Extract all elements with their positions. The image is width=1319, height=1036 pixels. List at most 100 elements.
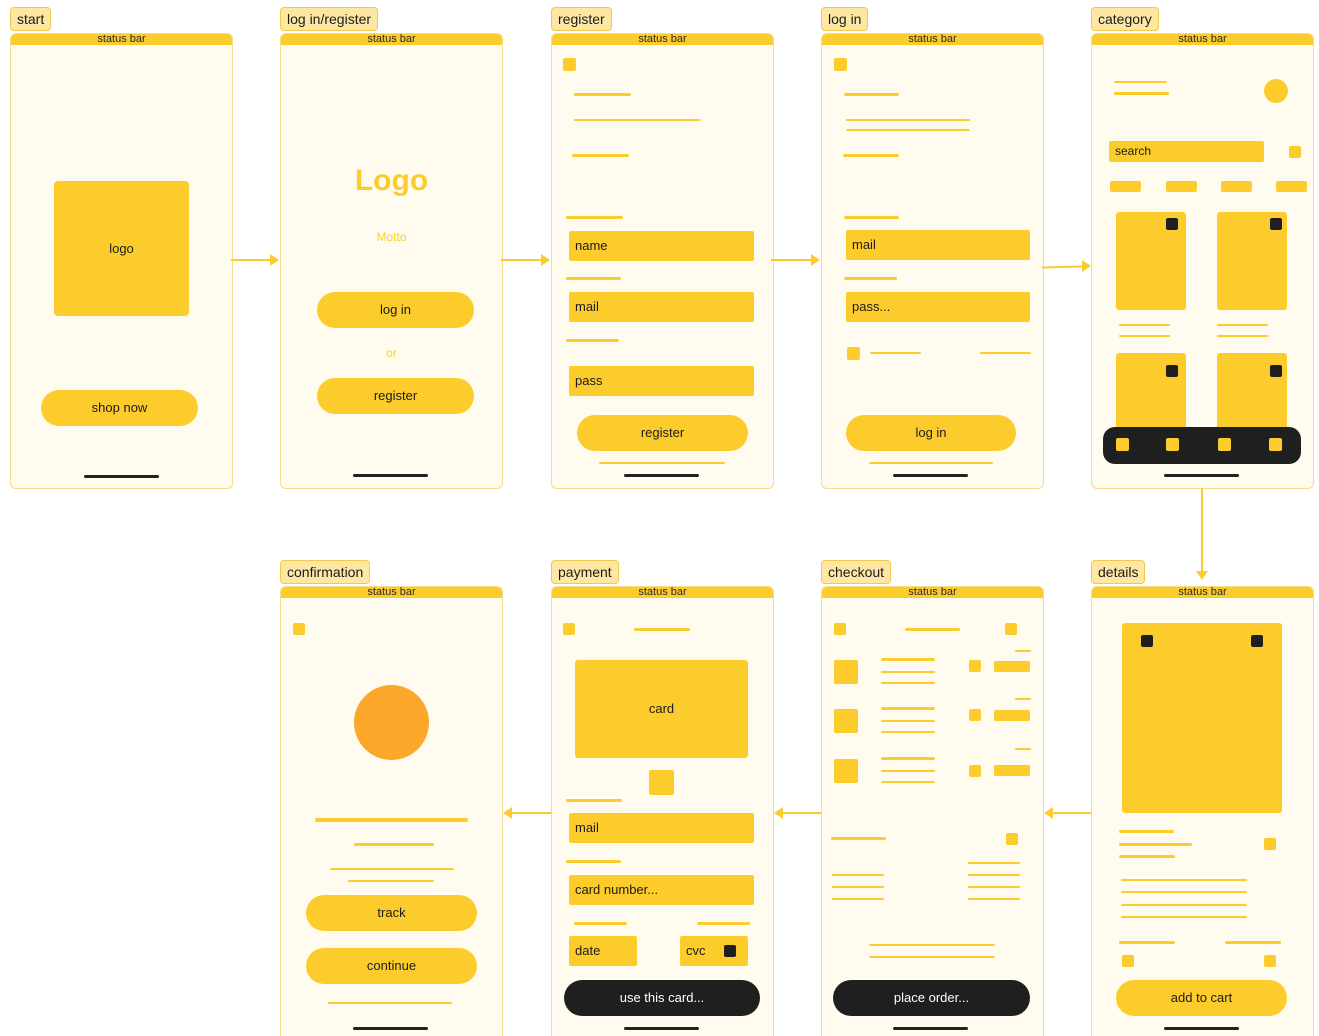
field-label-line — [697, 922, 750, 925]
shop-now-button[interactable]: shop now — [41, 390, 198, 426]
quantity-icon[interactable] — [969, 709, 981, 721]
share-icon[interactable] — [1264, 838, 1276, 850]
register-submit-button[interactable]: register — [577, 415, 748, 451]
date-field[interactable]: date — [569, 936, 637, 966]
description-line — [1121, 916, 1247, 918]
card-number-field[interactable]: card number... — [569, 875, 754, 905]
link-line[interactable] — [328, 1002, 452, 1004]
cvc-info-icon[interactable] — [724, 945, 736, 957]
mail-field[interactable]: mail — [569, 292, 754, 322]
favorite-icon[interactable] — [1270, 365, 1282, 377]
edit-icon[interactable] — [1006, 833, 1018, 845]
cart-item-price — [994, 661, 1030, 672]
log-in-submit-button[interactable]: log in — [846, 415, 1016, 451]
use-this-card-button[interactable]: use this card... — [564, 980, 760, 1016]
avatar[interactable] — [1264, 79, 1288, 103]
category-chip[interactable] — [1221, 181, 1252, 192]
pass-field[interactable]: pass — [569, 366, 754, 396]
log-in-button[interactable]: log in — [317, 292, 474, 328]
arrow-head — [811, 254, 820, 266]
field-label-line — [844, 277, 897, 280]
description-line — [1121, 891, 1247, 893]
name-field[interactable]: name — [569, 231, 754, 261]
filter-icon[interactable] — [1289, 146, 1301, 158]
confirmation-title-line — [315, 818, 468, 822]
summary-value-line — [968, 898, 1020, 900]
summary-label-line — [832, 898, 884, 900]
frame-label-login-register: log in/register — [280, 7, 379, 31]
cvc-field[interactable]: cvc — [680, 936, 748, 966]
forgot-link-line[interactable] — [980, 352, 1031, 354]
back-icon[interactable] — [563, 623, 575, 635]
search-input[interactable]: search — [1109, 141, 1264, 162]
mail-field[interactable]: mail — [569, 813, 754, 843]
remove-line[interactable] — [1015, 650, 1031, 652]
frame-label-category: category — [1091, 7, 1159, 31]
option-label-line — [1225, 941, 1281, 944]
product-subtitle-line — [1119, 843, 1192, 846]
menu-icon[interactable] — [1005, 623, 1017, 635]
category-chip[interactable] — [1166, 181, 1197, 192]
status-bar: status bar — [1092, 587, 1313, 598]
cart-item-detail-line — [881, 781, 935, 783]
category-chip[interactable] — [1110, 181, 1141, 192]
status-bar: status bar — [11, 34, 232, 45]
track-button[interactable]: track — [306, 895, 477, 931]
status-bar: status bar — [822, 587, 1043, 598]
back-icon[interactable] — [563, 58, 576, 71]
nav-search-icon[interactable] — [1166, 438, 1179, 451]
back-icon[interactable] — [1141, 635, 1153, 647]
quantity-minus-icon[interactable] — [1122, 955, 1134, 967]
back-icon[interactable] — [834, 58, 847, 71]
cart-item-detail-line — [881, 720, 935, 722]
arrow-head — [774, 807, 783, 819]
summary-value-line — [968, 874, 1020, 876]
flow-arrow — [771, 259, 812, 261]
remove-line[interactable] — [1015, 748, 1031, 750]
add-to-cart-button[interactable]: add to cart — [1116, 980, 1287, 1016]
title-line — [905, 628, 960, 631]
home-indicator — [624, 1027, 699, 1030]
nav-home-icon[interactable] — [1116, 438, 1129, 451]
nav-profile-icon[interactable] — [1269, 438, 1282, 451]
favorite-icon[interactable] — [1166, 365, 1178, 377]
confirmation-text-line — [348, 880, 434, 882]
cart-item-detail-line — [881, 731, 935, 733]
screen-checkout: status bar place order... — [821, 586, 1044, 1036]
text-line — [572, 154, 629, 157]
arrow-head — [541, 254, 550, 266]
quantity-icon[interactable] — [969, 765, 981, 777]
remember-checkbox[interactable] — [847, 347, 860, 360]
status-bar: status bar — [552, 34, 773, 45]
category-chip[interactable] — [1276, 181, 1307, 192]
favorite-icon[interactable] — [1166, 218, 1178, 230]
quantity-plus-icon[interactable] — [1264, 955, 1276, 967]
add-card-icon[interactable] — [649, 770, 674, 795]
screen-payment: status bar card mail card number... date… — [551, 586, 774, 1036]
nav-cart-icon[interactable] — [1218, 438, 1231, 451]
card-preview[interactable]: card — [575, 660, 748, 758]
favorite-icon[interactable] — [1270, 218, 1282, 230]
place-order-button[interactable]: place order... — [833, 980, 1030, 1016]
summary-label-line — [832, 874, 884, 876]
link-line[interactable] — [599, 462, 725, 464]
logo-placeholder: logo — [54, 181, 189, 316]
back-icon[interactable] — [834, 623, 846, 635]
password-field[interactable]: pass... — [846, 292, 1030, 322]
mail-field[interactable]: mail — [846, 230, 1030, 260]
frame-label-payment: payment — [551, 560, 619, 584]
continue-button[interactable]: continue — [306, 948, 477, 984]
back-icon[interactable] — [293, 623, 305, 635]
heading-line — [844, 93, 899, 96]
brand-logo: Logo — [354, 164, 429, 197]
favorite-icon[interactable] — [1251, 635, 1263, 647]
quantity-icon[interactable] — [969, 660, 981, 672]
link-line[interactable] — [869, 462, 993, 464]
arrow-head — [503, 807, 512, 819]
cart-item-name-line — [881, 707, 935, 710]
register-button[interactable]: register — [317, 378, 474, 414]
screen-log-in: status bar mail pass... log in — [821, 33, 1044, 489]
subtitle-line — [574, 119, 700, 121]
screen-confirmation: status bar track continue — [280, 586, 503, 1036]
remove-line[interactable] — [1015, 698, 1031, 700]
